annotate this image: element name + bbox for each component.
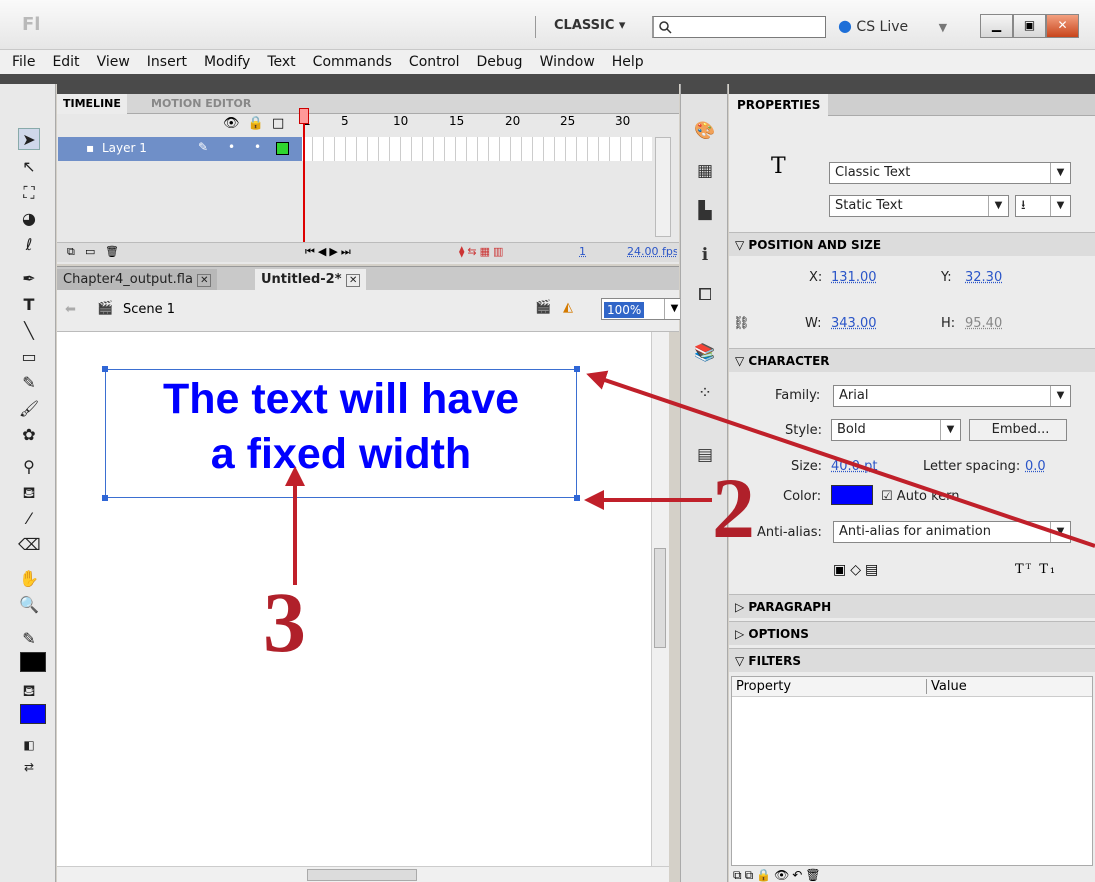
annotation-arrows <box>285 370 1095 585</box>
annotation-2: 2 <box>712 460 755 556</box>
annotation-arrow-1 <box>586 370 1095 548</box>
annotation-3: 3 <box>263 574 306 670</box>
